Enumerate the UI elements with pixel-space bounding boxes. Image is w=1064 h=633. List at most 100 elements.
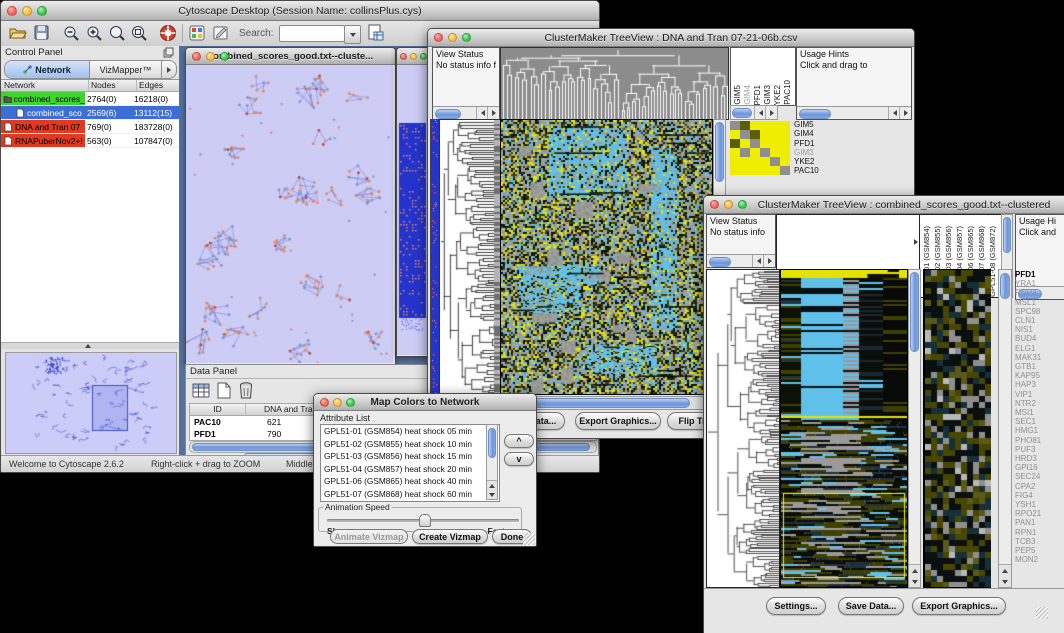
minimize-button[interactable] (333, 398, 342, 407)
tv1-zoom-row-labels[interactable]: GIM5GIM4PFD1GIM3YKE2PAC10 (794, 120, 870, 178)
gene-label[interactable]: GPI16 (1015, 463, 1064, 472)
gene-label[interactable]: CPA2 (1015, 482, 1064, 491)
settings-button[interactable]: Settings... (766, 597, 826, 615)
zoom-row-label[interactable]: YKE2 (794, 157, 870, 166)
gene-label[interactable]: MSL1 (1015, 298, 1064, 307)
zoom-button[interactable] (420, 53, 427, 60)
zoom-button[interactable] (37, 6, 47, 16)
zoom-in-icon[interactable] (86, 25, 103, 42)
tv1-collabels-hscrollbar[interactable] (730, 105, 778, 120)
gene-label[interactable]: GTB1 (1015, 362, 1064, 371)
search-input[interactable] (279, 25, 345, 42)
panel-splitter[interactable] (1, 342, 179, 349)
gene-label[interactable]: RPN1 (1015, 528, 1064, 537)
export-graphics-button[interactable]: Export Graphics... (912, 597, 1006, 615)
main-titlebar[interactable]: Cytoscape Desktop (Session Name: collins… (1, 1, 599, 21)
gene-label[interactable]: MSI1 (1015, 408, 1064, 417)
gene-label[interactable]: HMG1 (1015, 426, 1064, 435)
zoom-selected-icon[interactable] (109, 25, 126, 42)
gene-label[interactable]: KAP95 (1015, 371, 1064, 380)
tv2-gene-labels[interactable]: PFD1YRA1RNR4MSL1SPC98CLN1NIS1BUD4ELG1MAK… (1015, 270, 1064, 586)
zoom-button[interactable] (738, 200, 747, 209)
search-dropdown-button[interactable] (344, 25, 361, 44)
close-button[interactable] (434, 33, 443, 42)
tv2-zoom-vscrollbar[interactable] (998, 269, 1012, 588)
gene-label[interactable]: YRA1 (1015, 279, 1064, 288)
minimize-button[interactable] (410, 53, 417, 60)
col-id[interactable]: ID (190, 404, 246, 415)
col-nodes[interactable]: Nodes (89, 80, 137, 91)
network-overview-canvas[interactable] (5, 352, 177, 454)
zoom-button[interactable] (346, 398, 355, 407)
float-panel-icon[interactable] (163, 47, 174, 58)
attribute-list-vscrollbar[interactable] (486, 424, 498, 500)
usage-hints-hscrollbar[interactable] (797, 106, 911, 119)
tv1-heatmap-canvas[interactable] (500, 119, 713, 395)
gene-label[interactable]: SPC98 (1015, 307, 1064, 316)
column-label[interactable]: GIM4 (743, 85, 752, 105)
tv2-heatmap-vscrollbar[interactable] (908, 269, 921, 588)
treeview2-titlebar[interactable]: ClusterMaker TreeView : combined_scores_… (704, 196, 1064, 214)
column-label[interactable]: PAC10 (783, 80, 792, 105)
table-mode-icon[interactable] (192, 382, 211, 400)
attribute-list-item[interactable]: GPL51-07 (GSM868) heat shock 60 min (321, 488, 499, 501)
minimize-button[interactable] (724, 200, 733, 209)
minimize-button[interactable] (22, 6, 32, 16)
col-edges[interactable]: Edges (137, 80, 179, 91)
close-button[interactable] (400, 53, 407, 60)
gene-label[interactable]: FIG4 (1015, 491, 1064, 500)
open-file-icon[interactable] (9, 25, 27, 41)
zoom-row-label[interactable]: PAC10 (794, 166, 870, 175)
gene-label[interactable]: SEC24 (1015, 472, 1064, 481)
help-lifering-icon[interactable] (159, 24, 177, 42)
gene-label[interactable]: RPO21 (1015, 509, 1064, 518)
attribute-list-item[interactable]: GPL51-06 (GSM865) heat shock 40 min (321, 475, 499, 488)
move-down-button[interactable]: v (504, 452, 534, 466)
gene-label[interactable]: VIP1 (1015, 390, 1064, 399)
tv2-row-dendrogram-canvas[interactable] (706, 269, 780, 588)
treeview1-titlebar[interactable]: ClusterMaker TreeView : DNA and Tran 07-… (428, 29, 914, 47)
attribute-list-item[interactable]: GPL51-01 (GSM854) heat shock 05 min (321, 425, 499, 438)
view-status-hscrollbar[interactable] (433, 106, 499, 119)
gene-label[interactable]: TCB3 (1015, 537, 1064, 546)
gene-label[interactable]: PUF3 (1015, 445, 1064, 454)
gene-label[interactable]: PFD1 (1015, 270, 1064, 279)
move-up-button[interactable]: ^ (504, 434, 534, 448)
tv2-heatmap-canvas[interactable] (780, 269, 908, 588)
tab-network[interactable]: Network (5, 61, 90, 78)
zoom-out-icon[interactable] (63, 25, 80, 42)
view-status-hscrollbar[interactable] (707, 254, 775, 267)
minimize-button[interactable] (206, 52, 215, 61)
close-button[interactable] (320, 398, 329, 407)
gene-label[interactable]: NTR2 (1015, 399, 1064, 408)
gene-label[interactable]: HRD3 (1015, 454, 1064, 463)
tv1-row-dendrogram-canvas[interactable] (439, 119, 502, 395)
delete-attribute-icon[interactable] (238, 381, 254, 400)
zoom-row-label[interactable]: GIM5 (794, 120, 870, 129)
zoom-row-label[interactable]: GIM3 (794, 148, 870, 157)
close-button[interactable] (7, 6, 17, 16)
gene-label[interactable]: NIS1 (1015, 325, 1064, 334)
export-graphics-button[interactable]: Export Graphics... (575, 412, 661, 430)
save-icon[interactable] (34, 25, 50, 41)
zoom-button[interactable] (220, 52, 229, 61)
second-network-titlebar[interactable] (397, 48, 430, 65)
close-button[interactable] (710, 200, 719, 209)
network-view-canvas[interactable] (186, 65, 393, 363)
attribute-list-item[interactable]: GPL51-03 (GSM856) heat shock 15 min (321, 450, 499, 463)
map-dialog-titlebar[interactable]: Map Colors to Network (314, 394, 536, 411)
tab-vizmapper[interactable]: VizMapper™ (90, 61, 162, 78)
second-network-canvas[interactable] (397, 65, 428, 355)
tv1-zoom-matrix[interactable] (730, 121, 790, 175)
network-table-row[interactable]: RNAPuberNov2+!563(0)107847(0) (1, 134, 179, 148)
attribute-list-item[interactable]: GPL51-02 (GSM855) heat shock 10 min (321, 438, 499, 451)
gene-label[interactable]: YSH1 (1015, 500, 1064, 509)
gene-label[interactable]: HAP3 (1015, 380, 1064, 389)
column-label[interactable]: GIM5 (733, 85, 742, 105)
gene-label[interactable]: MAK31 (1015, 353, 1064, 362)
network-table-row[interactable]: combined_sco2569(6)13112(15) (1, 106, 179, 120)
gene-label[interactable]: CLN1 (1015, 316, 1064, 325)
attribute-list-item[interactable]: GPL51-04 (GSM857) heat shock 20 min (321, 463, 499, 476)
tv2-zoom-heatmap-canvas[interactable] (923, 269, 991, 588)
gene-label[interactable]: RNR4 (1015, 288, 1064, 297)
